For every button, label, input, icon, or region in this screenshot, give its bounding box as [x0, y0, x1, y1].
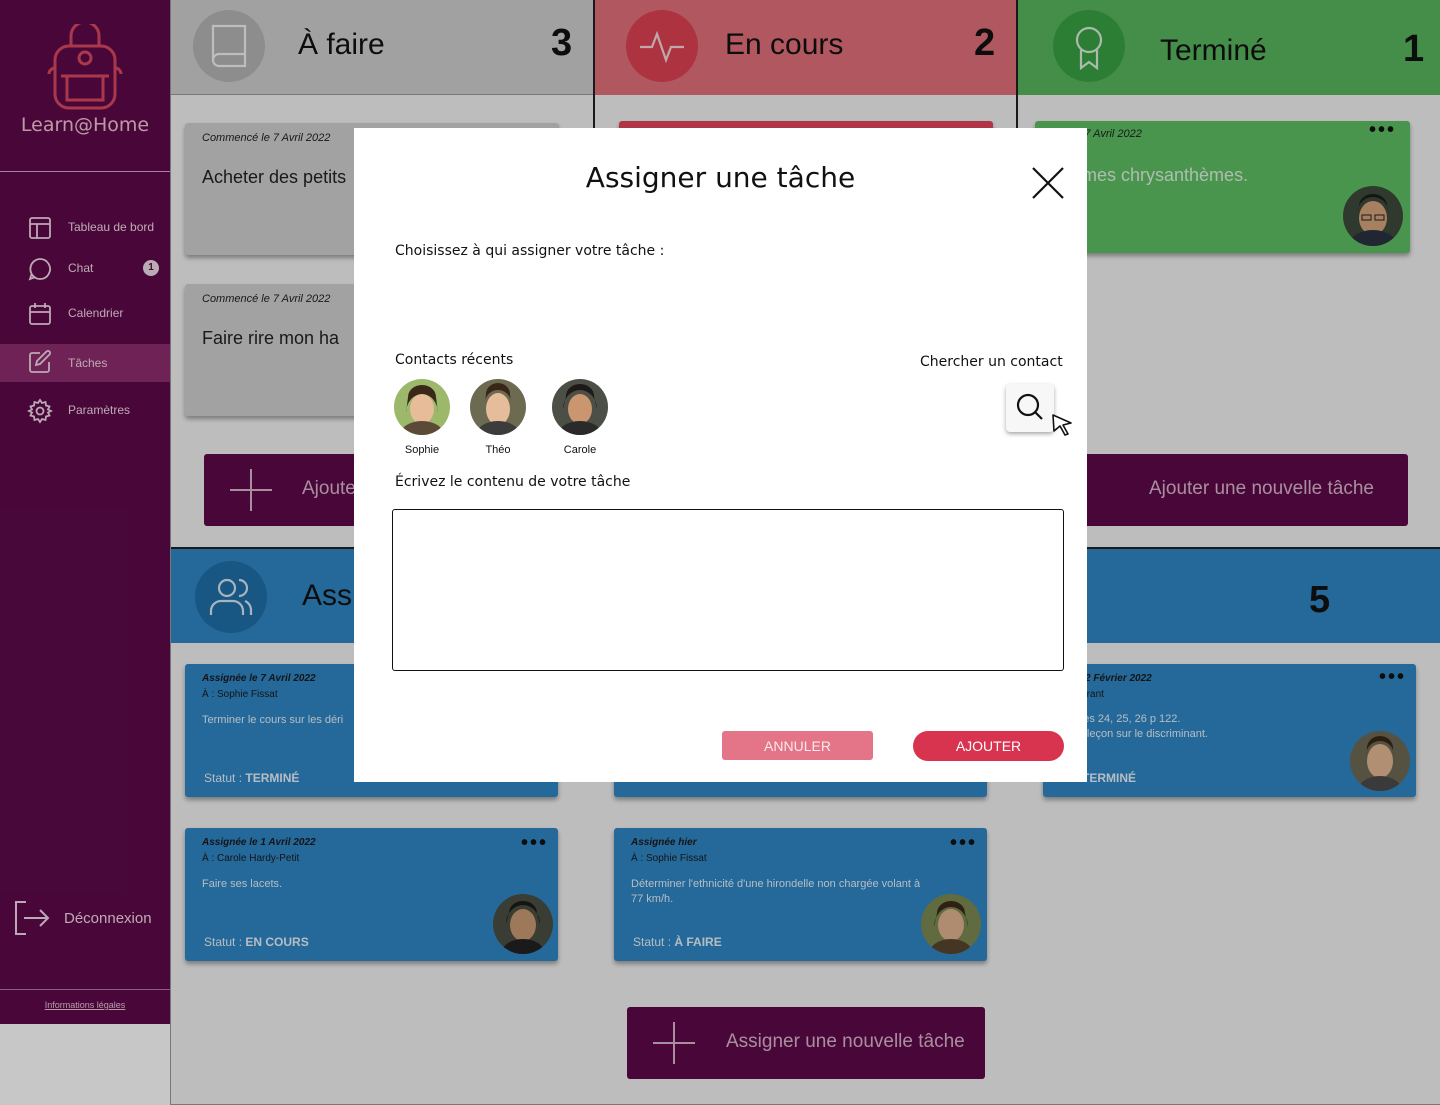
dialog-title: Assigner une tâche — [585, 161, 856, 194]
contact-name: Carole — [563, 444, 597, 456]
assign-task-dialog: Assigner une tâche Choisissez à qui assi… — [354, 128, 1087, 782]
contact-theo[interactable]: Théo — [468, 379, 528, 456]
add-button[interactable]: AJOUTER — [913, 731, 1064, 761]
task-content-input[interactable] — [392, 509, 1064, 671]
mouse-cursor-icon — [1052, 414, 1072, 436]
contact-carole[interactable]: Carole — [550, 379, 610, 456]
close-icon[interactable] — [1029, 164, 1067, 202]
contact-name: Sophie — [404, 444, 440, 456]
assignee-prompt: Choisissez à qui assigner votre tâche : — [395, 243, 665, 259]
task-content-label: Écrivez le contenu de votre tâche — [395, 474, 631, 490]
contact-name: Théo — [485, 444, 511, 456]
contact-sophie[interactable]: Sophie — [392, 379, 452, 456]
search-contact-button[interactable] — [1006, 384, 1054, 432]
avatar — [394, 379, 450, 435]
cancel-button[interactable]: ANNULER — [722, 731, 873, 760]
avatar — [470, 379, 526, 435]
search-contact-label: Chercher un contact — [920, 354, 1063, 370]
search-icon — [1016, 393, 1043, 420]
recent-contacts-label: Contacts récents — [395, 352, 514, 368]
avatar — [552, 379, 608, 435]
